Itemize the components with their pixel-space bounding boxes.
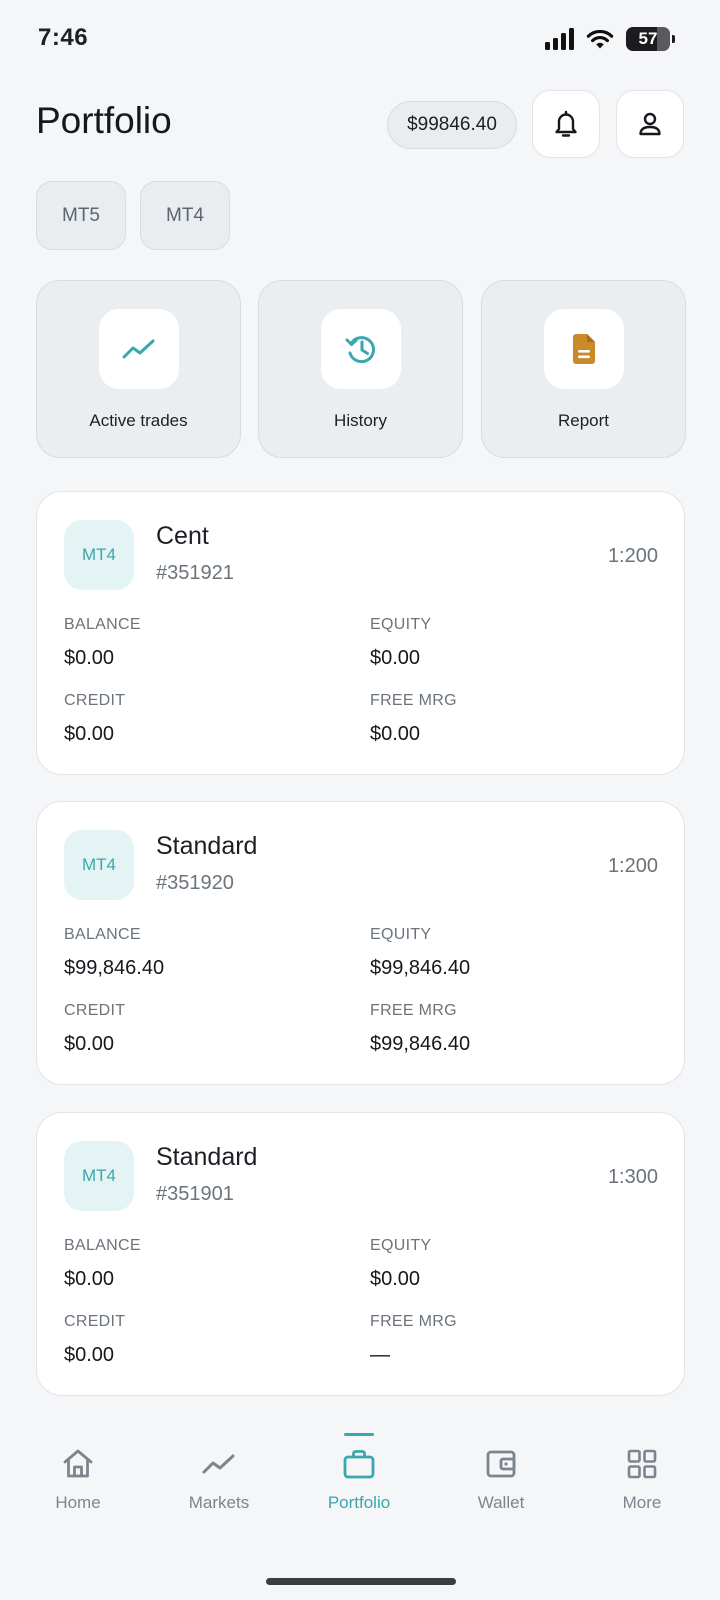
nav-markets-label: Markets xyxy=(188,1493,250,1512)
credit-label: CREDIT xyxy=(64,692,126,709)
credit-value: $0.00 xyxy=(64,1344,115,1366)
status-bar: 7:46 57 xyxy=(0,0,720,80)
credit-value: $0.00 xyxy=(64,1033,115,1055)
battery-icon: 57 xyxy=(626,27,675,51)
equity-value: $0.00 xyxy=(370,647,421,669)
user-icon xyxy=(639,112,661,136)
trend-up-icon xyxy=(122,339,155,359)
tab-mt4[interactable]: MT4 xyxy=(140,181,230,250)
active-trades-icon-box xyxy=(99,309,179,389)
platform-badge: MT4 xyxy=(64,520,134,590)
account-card[interactable]: MT4 Cent #351921 1:200 BALANCE $0.00 EQU… xyxy=(36,491,685,775)
total-balance-badge[interactable]: $99846.40 xyxy=(387,101,517,149)
free-margin-label: FREE MRG xyxy=(370,1002,457,1019)
account-type: Standard xyxy=(156,1143,258,1171)
nav-home-label: Home xyxy=(55,1493,101,1512)
status-icons: 57 xyxy=(545,26,675,52)
nav-portfolio[interactable]: Portfolio xyxy=(304,1412,414,1512)
home-icon xyxy=(58,1444,98,1484)
equity-label: EQUITY xyxy=(370,926,432,943)
report-icon-box xyxy=(544,309,624,389)
account-card[interactable]: MT4 Standard #351901 1:300 BALANCE $0.00… xyxy=(36,1112,685,1396)
bottom-nav: Home Markets Portfolio Wallet More xyxy=(0,1412,720,1522)
active-tab-indicator xyxy=(344,1433,374,1436)
battery-level: 57 xyxy=(638,29,658,48)
free-margin-value: $99,846.40 xyxy=(370,1033,471,1055)
nav-markets[interactable]: Markets xyxy=(164,1412,274,1512)
credit-label: CREDIT xyxy=(64,1313,126,1330)
history-icon-box xyxy=(321,309,401,389)
home-indicator[interactable] xyxy=(266,1578,456,1585)
nav-home[interactable]: Home xyxy=(23,1412,133,1512)
cellular-signal-icon xyxy=(545,28,574,50)
balance-value: $0.00 xyxy=(64,647,115,669)
history-label: History xyxy=(334,411,387,430)
nav-wallet-label: Wallet xyxy=(477,1493,525,1512)
balance-value: $99,846.40 xyxy=(64,957,165,979)
account-leverage: 1:200 xyxy=(607,855,658,877)
equity-label: EQUITY xyxy=(370,1237,432,1254)
wifi-icon xyxy=(586,29,614,49)
report-label: Report xyxy=(557,411,610,430)
free-margin-label: FREE MRG xyxy=(370,1313,457,1330)
tab-mt5[interactable]: MT5 xyxy=(36,181,126,250)
notifications-button[interactable] xyxy=(532,90,600,158)
active-trades-button[interactable]: Active trades xyxy=(36,280,241,458)
briefcase-icon xyxy=(339,1444,379,1484)
credit-value: $0.00 xyxy=(64,723,115,745)
equity-value: $0.00 xyxy=(370,1268,421,1290)
balance-label: BALANCE xyxy=(64,616,141,633)
balance-label: BALANCE xyxy=(64,1237,141,1254)
chart-trend-icon xyxy=(199,1444,239,1484)
active-trades-label: Active trades xyxy=(89,411,188,430)
account-number: #351920 xyxy=(156,872,234,894)
history-icon xyxy=(345,336,376,364)
account-number: #351921 xyxy=(156,562,234,584)
page-title: Portfolio xyxy=(36,100,172,141)
profile-button[interactable] xyxy=(616,90,684,158)
nav-more[interactable]: More xyxy=(587,1412,697,1512)
history-button[interactable]: History xyxy=(258,280,463,458)
credit-label: CREDIT xyxy=(64,1002,126,1019)
account-card[interactable]: MT4 Standard #351920 1:200 BALANCE $99,8… xyxy=(36,801,685,1085)
nav-portfolio-label: Portfolio xyxy=(327,1493,391,1512)
equity-label: EQUITY xyxy=(370,616,432,633)
grid-icon xyxy=(622,1444,662,1484)
balance-label: BALANCE xyxy=(64,926,141,943)
free-margin-value: $0.00 xyxy=(370,723,421,745)
portfolio-screen: 7:46 57 Portfolio $99846.40 MT5 MT4 Acti… xyxy=(0,0,720,1600)
equity-value: $99,846.40 xyxy=(370,957,471,979)
balance-value: $0.00 xyxy=(64,1268,115,1290)
account-leverage: 1:300 xyxy=(607,1166,658,1188)
nav-more-label: More xyxy=(622,1493,662,1512)
platform-badge: MT4 xyxy=(64,830,134,900)
status-time: 7:46 xyxy=(38,24,89,51)
wallet-icon xyxy=(481,1444,521,1484)
nav-wallet[interactable]: Wallet xyxy=(446,1412,556,1512)
account-number: #351901 xyxy=(156,1183,234,1205)
document-icon xyxy=(573,334,595,364)
account-type: Cent xyxy=(156,522,209,550)
free-margin-label: FREE MRG xyxy=(370,692,457,709)
free-margin-value: — xyxy=(370,1344,390,1366)
platform-badge: MT4 xyxy=(64,1141,134,1211)
account-leverage: 1:200 xyxy=(607,545,658,567)
report-button[interactable]: Report xyxy=(481,280,686,458)
account-type: Standard xyxy=(156,832,258,860)
bell-icon xyxy=(555,110,577,137)
